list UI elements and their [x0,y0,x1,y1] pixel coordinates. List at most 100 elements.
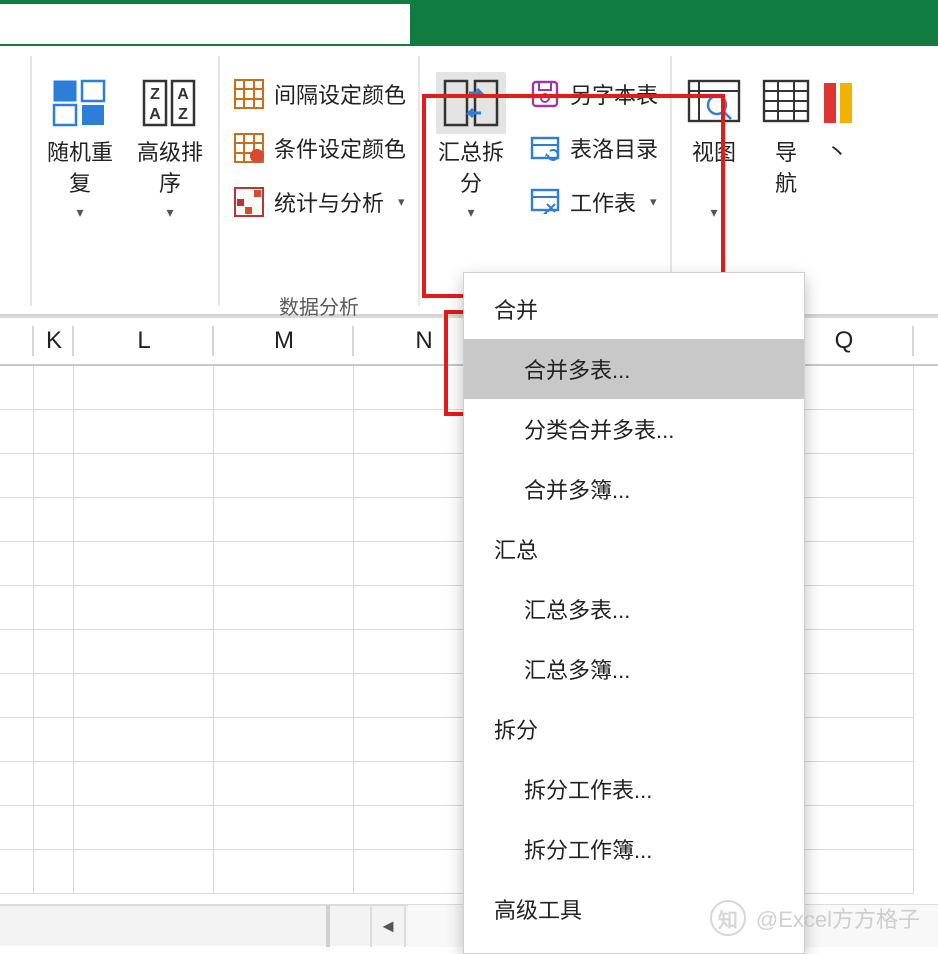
cell[interactable] [74,762,214,806]
interval-color-button[interactable]: 间隔设定颜色 [226,70,412,118]
navigate-label-1: 导 [775,138,797,169]
cell[interactable] [34,366,74,410]
menu-classify-merge-tables[interactable]: 分类合并多表... [464,399,804,459]
chevron-down-icon: ▾ [468,204,475,221]
worksheet-label: 工作表 [570,186,636,218]
cell[interactable] [0,454,34,498]
view-button[interactable]: 视图 ▾ [678,66,750,221]
cell[interactable] [34,630,74,674]
cell[interactable] [34,542,74,586]
conditional-color-label: 条件设定颜色 [274,132,406,164]
menu-summary-workbooks[interactable]: 汇总多簿... [464,639,804,699]
cell[interactable] [74,806,214,850]
interval-color-label: 间隔设定颜色 [274,78,406,110]
summary-split-button[interactable]: 汇总拆 分 ▾ [426,66,516,221]
cell[interactable] [0,542,34,586]
navigate-button[interactable]: 导 航 [756,66,816,200]
dropdown-section-summary: 汇总 [464,519,804,579]
menu-merge-tables[interactable]: 合并多表... [464,339,804,399]
cell[interactable] [34,410,74,454]
menu-summary-tables[interactable]: 汇总多表... [464,579,804,639]
summary-split-icon [436,72,506,134]
menu-split-worksheet[interactable]: 拆分工作表... [464,759,804,819]
col-header-K[interactable]: K [34,318,74,364]
scroll-splitter[interactable] [326,905,330,947]
scroll-left-arrow[interactable]: ◄ [370,905,406,947]
dropdown-section-merge: 合并 [464,279,804,339]
grid-conditional-icon [232,131,266,165]
cell[interactable] [214,850,354,894]
save-as-this-table-button[interactable]: 另字本表 [522,70,664,118]
svg-text:A: A [149,106,161,123]
save-as-this-table-label: 另字本表 [570,78,658,110]
watermark-text: @Excel方方格子 [756,902,920,934]
grid-color-icon [232,77,266,111]
cell[interactable] [34,674,74,718]
random-repeat-button[interactable]: 随机重 复 ▾ [38,66,122,221]
summary-split-label-1: 汇总拆 [438,138,504,169]
cell[interactable] [74,586,214,630]
cell[interactable] [74,718,214,762]
advanced-sort-label-1: 高级排 [137,138,203,169]
advanced-sort-button[interactable]: Z A A Z 高级排 序 ▾ [128,66,212,221]
cell[interactable] [214,806,354,850]
cell[interactable] [214,674,354,718]
cell[interactable] [34,586,74,630]
cell[interactable] [214,542,354,586]
cell[interactable] [0,806,34,850]
advanced-sort-label-2: 序 [159,169,181,200]
cell[interactable] [0,718,34,762]
cell[interactable] [74,542,214,586]
cell[interactable] [34,454,74,498]
menu-merge-workbooks[interactable]: 合并多簿... [464,459,804,519]
cell[interactable] [0,762,34,806]
col-header-L[interactable]: L [74,318,214,364]
table-directory-button[interactable]: 表洛目录 [522,124,664,172]
summary-split-label-2: 分 [460,169,482,200]
cell[interactable] [214,410,354,454]
cell[interactable] [214,586,354,630]
menu-split-workbook[interactable]: 拆分工作簿... [464,819,804,879]
chevron-down-icon: ▾ [650,194,657,210]
view-icon [687,72,741,134]
chevron-down-icon: ▾ [398,194,405,210]
chevron-down-icon: ▾ [76,204,83,221]
cell[interactable] [74,498,214,542]
conditional-color-button[interactable]: 条件设定颜色 [226,124,412,172]
svg-text:Z: Z [178,106,188,123]
cell[interactable] [0,366,34,410]
col-header-M[interactable]: M [214,318,354,364]
cell[interactable] [214,366,354,410]
partial-button[interactable]: 丶 [822,66,852,200]
cell[interactable] [34,850,74,894]
cell[interactable] [34,498,74,542]
cell[interactable] [34,806,74,850]
cell[interactable] [214,718,354,762]
cell[interactable] [0,850,34,894]
title-input-box[interactable] [0,4,410,44]
random-repeat-icon [52,72,108,134]
cell[interactable] [0,586,34,630]
partial-label: 丶 [826,138,848,169]
col-header-blank[interactable] [0,318,34,364]
cell[interactable] [0,410,34,454]
cell[interactable] [0,674,34,718]
cell[interactable] [0,630,34,674]
cell[interactable] [214,454,354,498]
cell[interactable] [34,762,74,806]
cell[interactable] [34,718,74,762]
cell[interactable] [74,674,214,718]
cell[interactable] [0,498,34,542]
cell[interactable] [74,366,214,410]
cell[interactable] [74,410,214,454]
stats-analyze-label: 统计与分析 [274,186,384,218]
cell[interactable] [214,762,354,806]
stats-analyze-button[interactable]: 统计与分析 ▾ [226,178,412,226]
cell[interactable] [214,630,354,674]
cell[interactable] [74,850,214,894]
chevron-down-icon: ▾ [166,204,173,221]
cell[interactable] [214,498,354,542]
cell[interactable] [74,630,214,674]
cell[interactable] [74,454,214,498]
worksheet-button[interactable]: 工作表 ▾ [522,178,664,226]
